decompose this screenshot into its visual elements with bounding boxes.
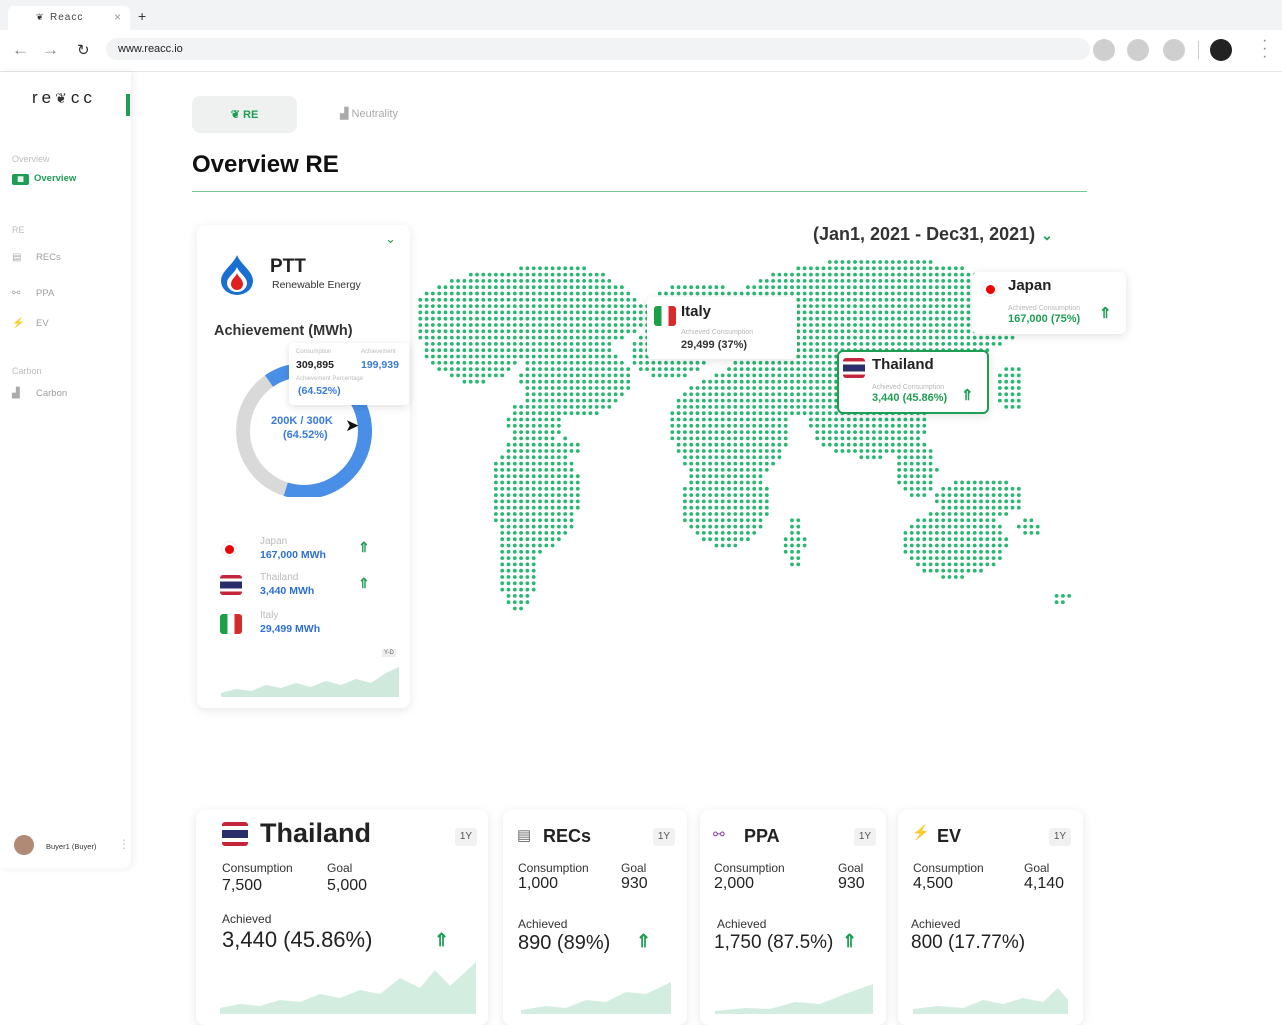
trend-up-icon: ⇑ [358,575,370,591]
date-range-selector[interactable]: (Jan1, 2021 - Dec31, 2021) ⌄ [813,224,1053,245]
summary-card-recs[interactable]: ▤ RECs 1Y Consumption Goal 1,000 930 Ach… [503,810,687,1025]
period-badge[interactable]: 1Y [653,828,675,846]
toolbar-divider [1198,41,1199,59]
summary-card-thailand[interactable]: Thailand 1Y Consumption Goal 7,500 5,000… [196,810,488,1025]
ev-charger-icon: ⚡ [12,318,25,329]
summary-card-ppa[interactable]: ⚯ PPA 1Y Consumption Goal 2,000 930 Achi… [700,810,886,1025]
donut-center-percent: (64.52%) [283,429,328,441]
extension-icon[interactable] [1163,39,1185,61]
trend-up-icon: ⇑ [636,931,652,951]
close-tab-icon[interactable]: × [114,10,122,24]
sparkline [715,984,873,1014]
title-divider [192,191,1087,192]
sidebar-section-carbon: Carbon [12,366,42,376]
page-title: Overview RE [192,151,339,178]
sidebar-item-ppa[interactable]: ⚯ PPA [12,288,122,304]
browser-tab-bar: ❦ Reacc × + [0,0,1282,30]
handshake-icon: ⚯ [12,288,21,299]
certificate-icon: ▤ [12,252,22,263]
active-indicator [126,94,130,116]
more-vertical-icon[interactable]: ⋮ [118,837,130,851]
sparkline [221,667,399,697]
italy-flag-icon [220,614,242,634]
dashboard-icon: ▦ [12,174,29,185]
chevron-down-icon: ⌄ [1041,227,1053,243]
donut-center-value: 200K / 300K [271,415,333,427]
card-title: PPA [744,826,780,846]
trend-up-icon: ⇑ [961,387,974,404]
sidebar: re❦cc Overview ▦ Overview RE ▤ RECs ⚯ PPA ⚡… [0,72,131,868]
app-logo[interactable]: re❦cc [32,88,96,108]
sparkline [913,988,1068,1014]
trend-up-icon: ⇑ [434,930,450,950]
factory-icon: ▟ [340,108,349,120]
new-tab-button[interactable]: + [138,8,146,24]
thailand-flag-icon [222,822,248,846]
mouse-cursor-icon: ➤ [345,416,360,435]
browser-nav-bar: ← → ↻ www.reacc.io · · · [0,30,1282,72]
summary-card-ev[interactable]: ⚡ EV 1Y Consumption Goal 4,500 4,140 Ach… [898,810,1083,1025]
thailand-flag-icon [220,575,242,595]
browser-menu-icon[interactable]: · · · [1262,33,1267,65]
italy-flag-icon [654,306,676,326]
trend-up-icon: ⇑ [1099,305,1112,322]
reload-icon[interactable]: ↻ [77,41,90,59]
company-summary-card: ⌄ PTT Renewable Energy Achievement (MWh)… [197,225,410,708]
sidebar-item-ev[interactable]: ⚡ EV [12,318,122,334]
profile-avatar[interactable] [1210,39,1232,61]
sidebar-item-overview[interactable]: ▦ Overview [12,173,122,189]
card-title: Thailand [260,818,372,848]
company-name: PTT [270,256,306,277]
period-badge[interactable]: 1Y [1049,828,1071,846]
japan-flag-icon [221,541,237,557]
map-tooltip-italy: Italy Achieved Consumption 29,499 (37%) [647,297,797,359]
map-tooltip-japan: Japan Achieved Consumption 167,000 (75%)… [972,272,1126,334]
extension-icon[interactable] [1127,39,1149,61]
certificate-icon: ▤ [517,827,532,844]
sidebar-item-carbon[interactable]: ▟ Carbon [12,388,122,404]
thailand-flag-icon [843,358,865,378]
sidebar-item-recs[interactable]: ▤ RECs [12,252,122,268]
tab-title: Reacc [50,12,84,23]
browser-tab[interactable]: ❦ Reacc × [8,6,130,30]
sparkline [521,982,671,1014]
extension-icon[interactable] [1093,39,1115,61]
factory-icon: ▟ [12,388,20,399]
japan-flag-icon [982,281,998,297]
achievement-title: Achievement (MWh) [214,323,353,339]
sidebar-section-re: RE [12,225,25,235]
period-badge[interactable]: 1Y [455,828,477,846]
leaf-icon: ❦ [230,109,240,121]
company-subtitle: Renewable Energy [272,279,361,291]
tab-neutrality[interactable]: ▟ Neutrality [340,107,398,120]
card-title: RECs [543,826,592,846]
trend-up-icon: ⇑ [358,539,370,555]
user-name: Buyer1 (Buyer) [46,842,97,851]
trend-up-icon: ⇑ [842,931,858,951]
period-badge[interactable]: 1Y [854,828,876,846]
ev-charger-icon: ⚡ [912,824,930,840]
leaf-logo-icon: ❦ [55,90,71,106]
sidebar-section-overview: Overview [12,154,50,164]
forward-arrow-icon[interactable]: → [42,40,59,60]
period-badge[interactable]: Y-D [382,649,396,657]
card-title: EV [937,826,962,846]
chevron-down-icon[interactable]: ⌄ [385,231,396,247]
sparkline [220,962,476,1014]
tab-re[interactable]: ❦ RE [192,96,297,133]
leaf-icon: ❦ [36,12,45,22]
back-arrow-icon[interactable]: ← [12,40,29,60]
achievement-tooltip: Consumption Achievement 309,895 199,939 … [289,343,409,405]
map-tooltip-thailand: Thailand Achieved Consumption 3,440 (45.… [837,350,989,414]
address-bar[interactable]: www.reacc.io [106,38,1090,60]
ptt-logo-icon [221,255,253,295]
handshake-icon: ⚯ [713,826,725,842]
avatar [14,835,34,855]
